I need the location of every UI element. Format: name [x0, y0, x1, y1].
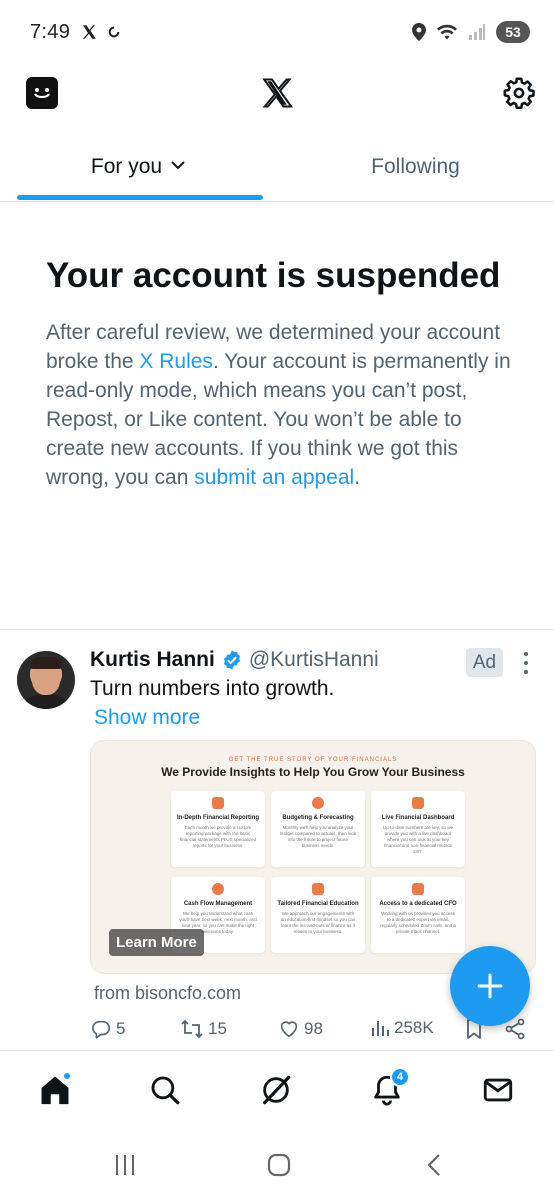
cfo-icon — [412, 883, 424, 895]
home-system-icon[interactable] — [266, 1152, 292, 1178]
reply-count: 5 — [116, 1019, 126, 1038]
active-tab-indicator — [17, 195, 263, 200]
battery-indicator: 53 — [496, 21, 530, 43]
location-icon — [412, 23, 426, 41]
show-more-link[interactable]: Show more — [94, 706, 200, 730]
notifications-count: 4 — [396, 1071, 404, 1083]
top-navigation — [0, 64, 554, 122]
x-notification-icon — [83, 25, 96, 39]
feature-title: Tailored Financial Education — [277, 901, 359, 907]
views-button[interactable]: 258K — [370, 1018, 434, 1038]
repost-count: 15 — [208, 1019, 227, 1038]
status-time: 7:49 — [30, 20, 71, 43]
feature-title: Budgeting & Forecasting — [282, 815, 354, 821]
ad-card-image[interactable]: GET THE TRUE STORY OF YOUR FINANCIALS We… — [90, 740, 536, 974]
budget-icon — [312, 797, 324, 809]
feature-title: In-Depth Financial Reporting — [177, 815, 259, 821]
notifications-badge: 4 — [390, 1067, 410, 1087]
feature-title: Live Financial Dashboard — [381, 815, 455, 821]
author-name[interactable]: Kurtis Hanni — [90, 648, 215, 672]
reply-button[interactable]: 5 — [90, 1018, 125, 1040]
tweet-actions: 5 15 98 258K — [90, 1018, 534, 1044]
ad-badge: Ad — [466, 648, 503, 677]
feature-tile: Access to a dedicated CFO Working with u… — [371, 877, 465, 953]
suspension-title: Your account is suspended — [46, 256, 501, 295]
nav-messages[interactable] — [481, 1073, 515, 1107]
more-options-icon[interactable] — [518, 650, 534, 676]
feature-title: Cash Flow Management — [183, 901, 253, 907]
profile-avatar-icon — [34, 88, 50, 98]
verified-badge-icon — [223, 650, 240, 670]
tab-following[interactable]: Following — [277, 140, 554, 201]
plus-icon — [477, 973, 503, 999]
nav-notifications[interactable]: 4 — [370, 1067, 410, 1107]
feature-desc: Up-to-date numbers are key, so we provid… — [383, 825, 453, 854]
like-count: 98 — [304, 1019, 323, 1038]
status-bar: 7:49 53 — [0, 0, 554, 64]
education-icon — [312, 883, 324, 895]
feature-tile: Live Financial Dashboard Up-to-date numb… — [371, 791, 465, 867]
submit-appeal-link[interactable]: submit an appeal — [194, 466, 354, 489]
like-button[interactable]: 98 — [278, 1018, 323, 1040]
feature-tile: In-Depth Financial Reporting Each month … — [171, 791, 265, 867]
feature-desc: Each month we provide a custom reporting… — [179, 825, 257, 848]
mail-icon — [483, 1078, 513, 1102]
nav-search[interactable] — [148, 1073, 182, 1107]
reply-icon — [91, 1020, 111, 1039]
system-navigation-bar — [0, 1130, 554, 1200]
chevron-down-icon — [171, 161, 185, 170]
signal-icon — [469, 24, 485, 40]
tab-for-you[interactable]: For you — [0, 140, 277, 201]
ad-source-domain[interactable]: from bisoncfo.com — [94, 983, 241, 1004]
grok-icon — [263, 1075, 291, 1105]
settings-gear-icon[interactable] — [502, 76, 536, 110]
tweet-header: Kurtis Hanni @KurtisHanni — [90, 648, 379, 672]
learn-more-button[interactable]: Learn More — [109, 929, 204, 956]
tab-for-you-label: For you — [90, 155, 163, 178]
timeline-tabs: For you Following — [0, 140, 554, 202]
report-icon — [212, 797, 224, 809]
feature-desc: Working with us provides you access to a… — [380, 911, 456, 934]
feature-desc: Monthly we'll help you analyze your budg… — [279, 825, 357, 848]
nav-grok[interactable] — [259, 1073, 293, 1107]
heart-icon — [280, 1021, 298, 1038]
feature-desc: We approach our engagements with an educ… — [280, 911, 356, 934]
home-unread-dot — [62, 1071, 72, 1081]
recent-apps-icon[interactable] — [112, 1152, 138, 1178]
suspension-text-3: . — [354, 466, 361, 489]
back-icon[interactable] — [422, 1152, 448, 1178]
wifi-icon — [437, 24, 457, 40]
ad-label: Ad — [472, 651, 497, 673]
views-count: 258K — [394, 1018, 434, 1037]
suspension-notice: Your account is suspended After careful … — [46, 252, 516, 492]
search-icon — [151, 1076, 180, 1105]
compose-post-button[interactable] — [450, 946, 530, 1026]
sync-notification-icon — [108, 26, 120, 38]
feature-tile: Budgeting & Forecasting Monthly we'll he… — [271, 791, 365, 867]
repost-icon — [181, 1019, 203, 1039]
tweet-author-avatar[interactable] — [17, 651, 75, 709]
bottom-navigation: 4 — [0, 1050, 554, 1130]
x-rules-link[interactable]: X Rules — [139, 350, 213, 373]
dashboard-icon — [412, 797, 424, 809]
repost-button[interactable]: 15 — [180, 1018, 227, 1040]
tweet-text: Turn numbers into growth. — [90, 677, 335, 700]
card-kicker: GET THE TRUE STORY OF YOUR FINANCIALS — [228, 757, 398, 763]
profile-avatar-button[interactable] — [26, 77, 58, 109]
author-handle[interactable]: @KurtisHanni — [249, 648, 379, 672]
tab-following-label: Following — [371, 155, 460, 178]
battery-level: 53 — [505, 24, 521, 40]
views-chart-icon — [372, 1021, 389, 1036]
cash-flow-icon — [212, 883, 224, 895]
suspension-body: After careful review, we determined your… — [46, 318, 516, 492]
x-logo-icon[interactable] — [260, 76, 294, 110]
card-title: We Provide Insights to Help You Grow You… — [161, 765, 465, 779]
feature-tile: Tailored Financial Education We approach… — [271, 877, 365, 953]
nav-home[interactable] — [38, 1071, 72, 1107]
feature-title: Access to a dedicated CFO — [379, 901, 457, 907]
